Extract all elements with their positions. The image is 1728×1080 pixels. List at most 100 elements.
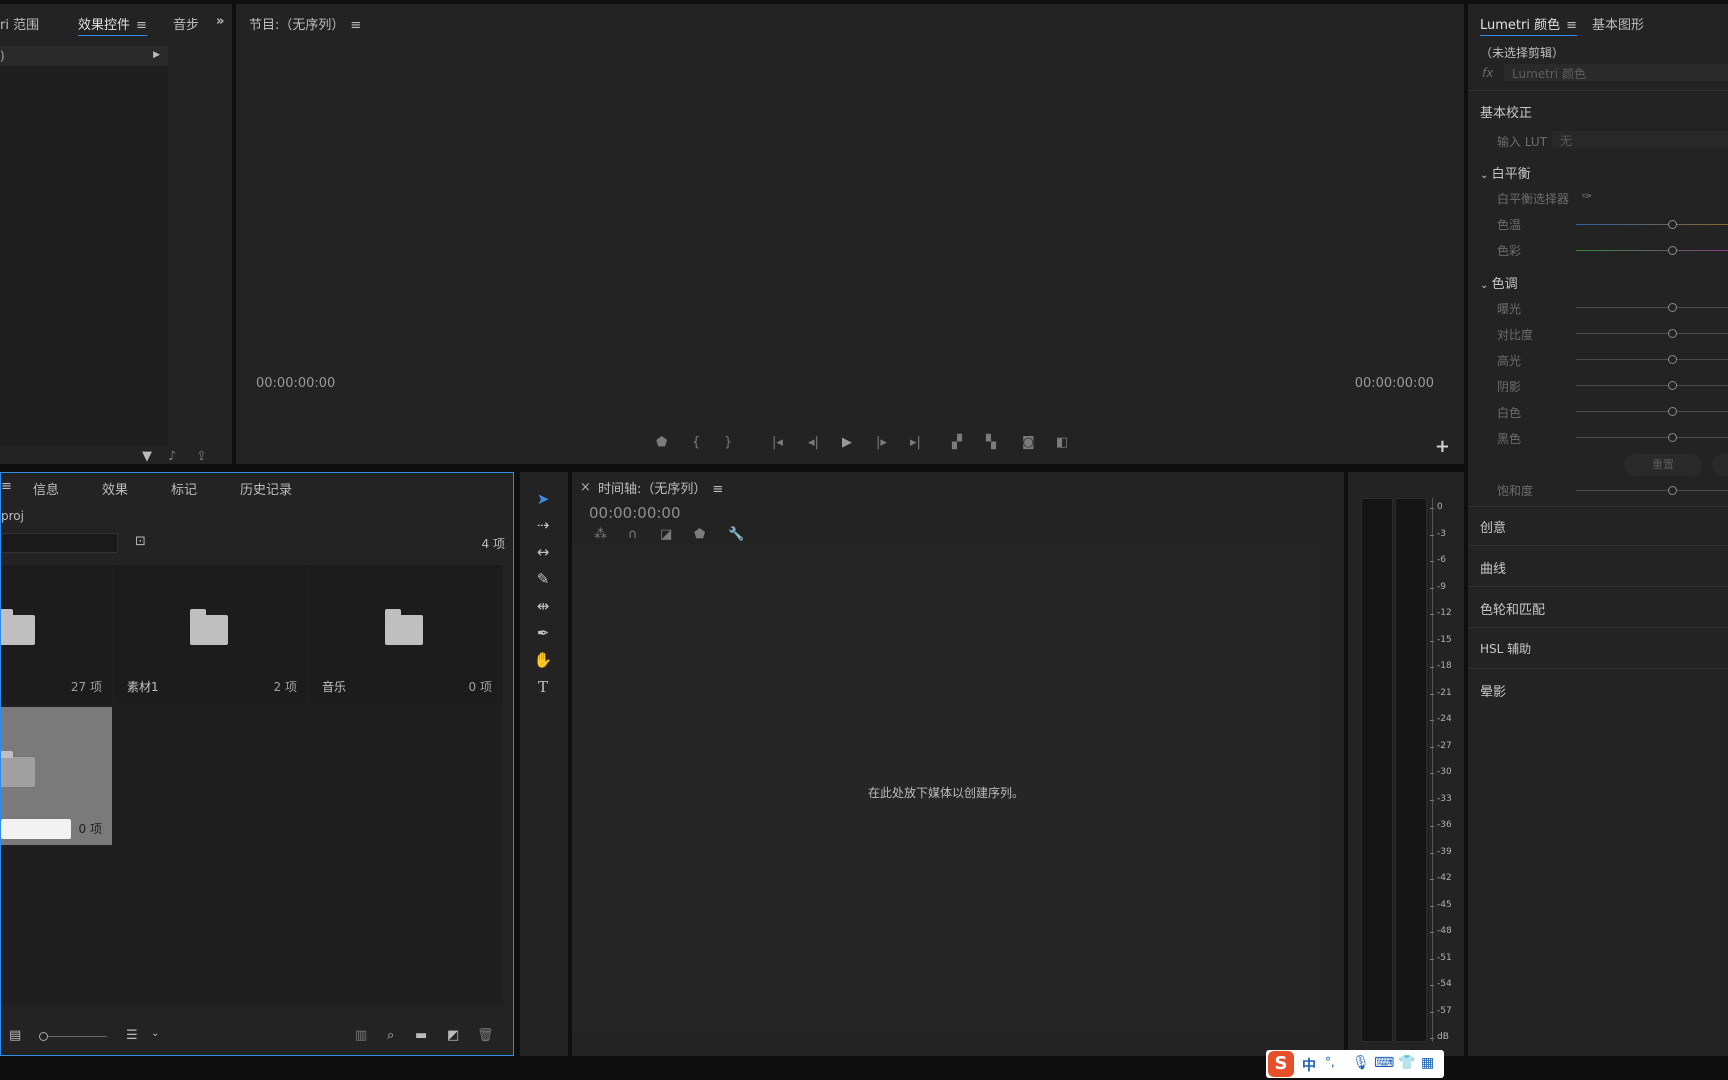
new-item-icon[interactable]: ◩: [447, 1029, 459, 1042]
find-icon[interactable]: ⌕: [387, 1029, 394, 1042]
comparison-view-icon[interactable]: ◧: [1056, 436, 1068, 449]
eyedropper-icon[interactable]: ✑: [1582, 189, 1592, 203]
zoom-slider[interactable]: [39, 1032, 107, 1041]
linked-selection-icon[interactable]: ◪: [660, 528, 672, 541]
section-curves[interactable]: 曲线: [1480, 558, 1506, 577]
auto-button[interactable]: [1712, 454, 1728, 476]
clear-icon[interactable]: 🗑: [477, 1029, 494, 1042]
tab-history[interactable]: 历史记录: [240, 479, 292, 498]
tab-essential-graphics[interactable]: 基本图形: [1592, 14, 1644, 33]
blacks-slider[interactable]: [1576, 433, 1728, 442]
input-lut-select[interactable]: 无: [1552, 131, 1728, 148]
step-back-icon[interactable]: ◂|: [808, 436, 819, 449]
expand-triangle-icon[interactable]: ▶: [153, 50, 160, 60]
timeline-title[interactable]: 时间轴:（无序列） ≡: [598, 478, 723, 497]
keyboard-icon[interactable]: ⌨: [1374, 1055, 1394, 1071]
add-marker-icon[interactable]: ⬟: [656, 436, 667, 449]
whites-slider[interactable]: [1576, 407, 1728, 416]
tab-info[interactable]: 信息: [33, 479, 59, 498]
snap-icon[interactable]: ∩: [628, 528, 638, 541]
chevron-down-icon[interactable]: ⌄: [151, 1029, 159, 1039]
more-tabs-icon[interactable]: »: [216, 14, 224, 29]
slider-knob[interactable]: [1668, 329, 1677, 338]
automate-to-sequence-icon[interactable]: ▥: [355, 1029, 367, 1042]
section-basic-correction[interactable]: 基本校正: [1480, 102, 1532, 121]
ime-language[interactable]: 中: [1302, 1055, 1316, 1075]
section-color-wheels[interactable]: 色轮和匹配: [1480, 599, 1545, 618]
ime-punctuation[interactable]: °,: [1325, 1055, 1335, 1069]
new-search-bin-icon[interactable]: ⊡: [135, 535, 146, 548]
audio-only-icon[interactable]: ♪: [168, 450, 176, 463]
export-frame-icon[interactable]: ◙: [1022, 436, 1035, 449]
toolbox-icon[interactable]: ▦: [1421, 1055, 1434, 1071]
close-icon[interactable]: ×: [580, 480, 591, 495]
add-marker-icon[interactable]: ⬟: [694, 528, 705, 541]
slider-knob[interactable]: [1668, 220, 1677, 229]
exposure-slider[interactable]: [1576, 303, 1728, 312]
section-white-balance[interactable]: ⌄ 白平衡: [1480, 163, 1531, 182]
timeline-track-area[interactable]: 在此处放下媒体以创建序列。: [572, 544, 1320, 1032]
pen-tool-icon[interactable]: ✒: [532, 624, 554, 646]
new-bin-icon[interactable]: ▬: [415, 1029, 427, 1042]
bin-item[interactable]: 音乐 0 项: [310, 565, 502, 703]
slider-knob[interactable]: [1668, 246, 1677, 255]
type-tool-icon[interactable]: T: [532, 678, 554, 700]
button-editor-add-button[interactable]: +: [1435, 436, 1450, 457]
tab-audio[interactable]: 音步: [173, 14, 199, 33]
extract-icon[interactable]: ▚: [986, 436, 996, 449]
ime-toolbar[interactable]: S 中 °, 🎙 ⌨ 👕 ▦: [1266, 1050, 1444, 1078]
freeform-view-icon[interactable]: ▤: [9, 1029, 21, 1042]
reset-button[interactable]: 重置: [1624, 454, 1702, 476]
selection-tool-icon[interactable]: ➤: [532, 490, 554, 512]
hand-tool-icon[interactable]: ✋: [532, 651, 554, 673]
slider-knob[interactable]: [1668, 355, 1677, 364]
skin-icon[interactable]: 👕: [1398, 1055, 1415, 1071]
section-tone[interactable]: ⌄ 色调: [1480, 273, 1518, 292]
playhead-timecode[interactable]: 00:00:00:00: [256, 376, 335, 391]
lift-icon[interactable]: ▞: [952, 436, 962, 449]
mark-in-icon[interactable]: {: [692, 436, 700, 449]
tab-effects[interactable]: 效果: [102, 479, 128, 498]
razor-tool-icon[interactable]: ✎: [532, 570, 554, 592]
play-icon[interactable]: ▶: [842, 436, 852, 449]
duration-timecode[interactable]: 00:00:00:00: [1355, 376, 1434, 391]
saturation-slider[interactable]: [1576, 486, 1728, 495]
slider-knob[interactable]: [1668, 381, 1677, 390]
nest-icon[interactable]: ⁂: [594, 528, 607, 541]
slip-tool-icon[interactable]: ⇹: [532, 597, 554, 619]
microphone-icon[interactable]: 🎙: [1352, 1055, 1370, 1071]
menu-icon[interactable]: ≡: [712, 482, 723, 497]
section-vignette[interactable]: 晕影: [1480, 681, 1506, 700]
menu-icon[interactable]: ≡: [1, 479, 12, 494]
contrast-slider[interactable]: [1576, 329, 1728, 338]
ripple-edit-tool-icon[interactable]: ↔: [532, 543, 554, 565]
shadows-slider[interactable]: [1576, 381, 1728, 390]
temperature-slider[interactable]: [1576, 220, 1728, 229]
wrench-icon[interactable]: 🔧: [728, 528, 744, 541]
program-monitor-title[interactable]: 节目:（无序列） ≡: [249, 14, 361, 33]
timeline-timecode[interactable]: 00:00:00:00: [589, 504, 681, 522]
filter-icon[interactable]: ▼: [142, 450, 152, 463]
bin-item-selected[interactable]: 0 项: [1, 707, 112, 845]
tab-markers[interactable]: 标记: [171, 479, 197, 498]
fx-selector[interactable]: Lumetri 颜色: [1504, 64, 1728, 81]
bin-rename-field[interactable]: [1, 819, 71, 839]
slider-knob[interactable]: [1668, 433, 1677, 442]
bin-item[interactable]: 27 项: [1, 565, 112, 703]
tab-scopes[interactable]: ri 范围: [0, 14, 39, 33]
export-icon[interactable]: ⇪: [196, 450, 207, 463]
sort-icon[interactable]: ☰: [126, 1029, 138, 1042]
bin-item[interactable]: 素材1 2 项: [115, 565, 307, 703]
zoom-slider-knob[interactable]: [39, 1032, 48, 1041]
tint-slider[interactable]: [1576, 246, 1728, 255]
search-input[interactable]: [1, 533, 118, 553]
slider-knob[interactable]: [1668, 486, 1677, 495]
go-to-out-icon[interactable]: ▸|: [910, 436, 921, 449]
slider-knob[interactable]: [1668, 303, 1677, 312]
step-forward-icon[interactable]: |▸: [876, 436, 887, 449]
go-to-in-icon[interactable]: |◂: [772, 436, 783, 449]
section-hsl-secondary[interactable]: HSL 辅助: [1480, 640, 1531, 657]
menu-icon[interactable]: ≡: [350, 18, 361, 33]
highlights-slider[interactable]: [1576, 355, 1728, 364]
mark-out-icon[interactable]: }: [724, 436, 732, 449]
